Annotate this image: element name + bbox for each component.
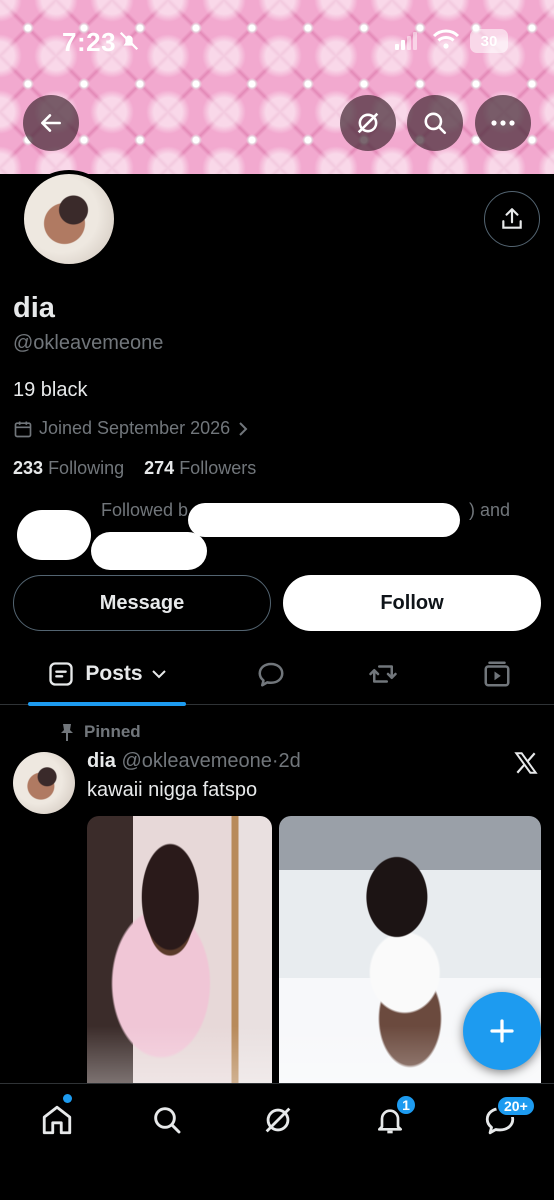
- joined-date[interactable]: Joined September 2026: [13, 418, 250, 439]
- search-button[interactable]: [407, 95, 463, 151]
- battery-level: 30: [480, 32, 498, 50]
- notifications-badge: 1: [395, 1094, 417, 1116]
- tab-posts-label: Posts: [85, 662, 143, 685]
- repost-icon: [369, 665, 397, 683]
- post-author-handle[interactable]: @okleavemeone: [121, 750, 271, 772]
- tab-replies[interactable]: [246, 643, 296, 705]
- joined-label: Joined September 2026: [39, 418, 231, 438]
- chevron-right-icon: [239, 421, 248, 436]
- x-logo-icon: [514, 752, 538, 774]
- tab-reposts[interactable]: [358, 643, 408, 705]
- following-count: 233: [13, 458, 44, 478]
- grok-icon: [265, 1107, 291, 1133]
- tab-media[interactable]: [472, 643, 522, 705]
- plus-icon: [490, 1019, 514, 1043]
- list-icon: [49, 662, 74, 686]
- search-icon: [154, 1107, 181, 1134]
- profile-name: dia: [13, 292, 55, 324]
- followed-by[interactable]: Followed b ) and: [13, 500, 543, 570]
- chevron-down-icon: [151, 670, 166, 679]
- pinned-label: Pinned: [58, 722, 141, 742]
- media-icon: [484, 661, 510, 687]
- followed-by-suffix: ) and: [469, 500, 511, 520]
- post-separator: ·: [271, 750, 279, 772]
- profile-bio: 19 black: [13, 379, 88, 401]
- calendar-icon: [14, 421, 32, 437]
- battery-indicator: 30: [470, 29, 508, 53]
- status-bar: 7:23 30: [0, 0, 554, 84]
- post-time: 2d: [278, 750, 301, 772]
- redaction: [17, 510, 91, 560]
- grok-button[interactable]: [340, 95, 396, 151]
- following-link[interactable]: 233 Following: [13, 458, 124, 478]
- nav-grok[interactable]: [258, 1100, 298, 1140]
- post-avatar[interactable]: [13, 752, 75, 814]
- following-label: Following: [48, 458, 125, 478]
- followers-label: Followers: [179, 458, 257, 478]
- home-unread-dot: [63, 1094, 72, 1103]
- back-icon: [41, 114, 61, 132]
- wifi-icon: [432, 29, 460, 49]
- more-button[interactable]: [475, 95, 531, 151]
- nav-home[interactable]: [37, 1100, 77, 1140]
- follow-button[interactable]: Follow: [283, 575, 541, 631]
- profile-tabs: Posts: [0, 643, 554, 706]
- tab-active-indicator: [28, 702, 186, 706]
- more-icon: [491, 120, 515, 126]
- share-button[interactable]: [484, 191, 540, 247]
- profile-handle: @okleavemeone: [13, 332, 164, 354]
- post-image[interactable]: [87, 816, 272, 1086]
- signal-icon: [395, 32, 417, 50]
- grok-icon: [357, 112, 379, 134]
- followed-by-prefix: Followed b: [101, 500, 189, 520]
- compose-button[interactable]: [463, 992, 541, 1070]
- post-text: kawaii nigga fatspo: [87, 779, 258, 801]
- follow-stats: 233 Following 274 Followers: [13, 458, 256, 479]
- tab-posts[interactable]: Posts: [28, 643, 186, 706]
- replies-icon: [258, 662, 284, 687]
- pin-icon: [61, 724, 73, 741]
- share-icon: [502, 208, 522, 229]
- search-icon: [424, 112, 447, 135]
- back-button[interactable]: [23, 95, 79, 151]
- silent-bell-icon: [119, 31, 139, 51]
- followers-link[interactable]: 274 Followers: [144, 458, 256, 478]
- nav-search[interactable]: [147, 1100, 187, 1140]
- bottom-nav: 1 20+: [0, 1083, 554, 1200]
- redaction: [188, 503, 460, 537]
- post-author-name[interactable]: dia: [87, 750, 116, 772]
- messages-badge: 20+: [496, 1095, 536, 1117]
- redaction: [91, 532, 207, 570]
- pinned-text: Pinned: [84, 722, 141, 741]
- post-header: dia @okleavemeone·2d: [87, 750, 301, 773]
- status-time: 7:23: [62, 27, 117, 57]
- message-button[interactable]: Message: [13, 575, 271, 631]
- profile-avatar[interactable]: [20, 170, 118, 268]
- home-icon: [42, 1105, 72, 1135]
- followers-count: 274: [144, 458, 175, 478]
